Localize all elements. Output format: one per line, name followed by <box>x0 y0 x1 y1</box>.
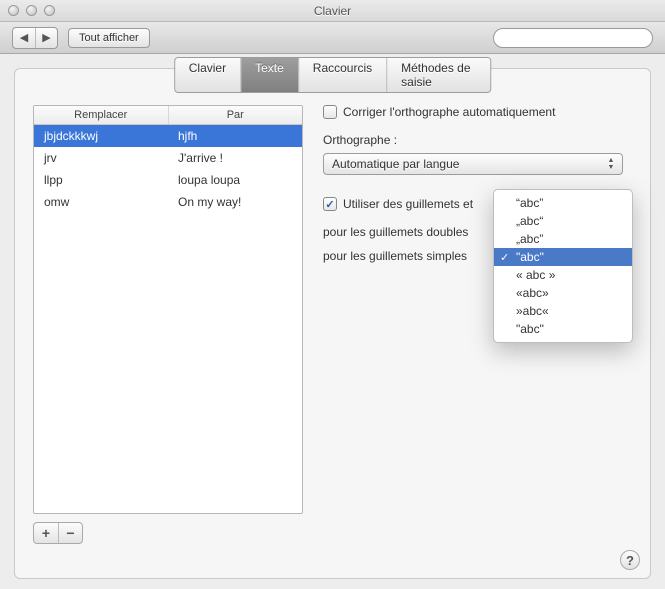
spelling-popup-value: Automatique par langue <box>332 157 459 171</box>
quote-menu-item[interactable]: „abc“ <box>494 212 632 230</box>
quote-menu-label: «abc» <box>516 286 549 300</box>
table-row[interactable]: llpploupa loupa <box>34 169 302 191</box>
tab-clavier[interactable]: Clavier <box>175 58 240 92</box>
tab-texte[interactable]: Texte <box>240 58 298 92</box>
spelling-popup[interactable]: Automatique par langue ▲▼ <box>323 153 623 175</box>
quote-menu-item[interactable]: „abc” <box>494 230 632 248</box>
quote-menu-item[interactable]: «abc» <box>494 284 632 302</box>
zoom-window-icon[interactable] <box>44 5 55 16</box>
remove-row-button[interactable]: − <box>58 523 82 543</box>
spellcheck-label: Corriger l'orthographe automatiquement <box>343 105 555 119</box>
toolbar: ◀ ▶ Tout afficher <box>0 22 665 54</box>
chevron-left-icon: ◀ <box>20 31 28 44</box>
quote-menu-label: "abc" <box>516 250 544 264</box>
quote-menu-item[interactable]: "abc" <box>494 320 632 338</box>
smart-quotes-label: Utiliser des guillemets et <box>343 197 473 211</box>
quote-menu-item[interactable]: “abc” <box>494 194 632 212</box>
help-icon: ? <box>626 553 634 568</box>
cell-replace: omw <box>34 195 168 209</box>
cell-with: hjfh <box>168 129 302 143</box>
search-input[interactable] <box>504 32 646 44</box>
spellcheck-checkbox[interactable] <box>323 105 337 119</box>
nav-forward-button[interactable]: ▶ <box>35 28 57 48</box>
nav-segment: ◀ ▶ <box>12 27 58 49</box>
show-all-button[interactable]: Tout afficher <box>68 28 150 48</box>
cell-replace: jbjdckkkwj <box>34 129 168 143</box>
chevron-right-icon: ▶ <box>42 31 50 44</box>
spelling-header: Orthographe : <box>323 133 632 147</box>
tab-méthodes-de-saisie[interactable]: Méthodes de saisie <box>386 58 490 92</box>
tab-raccourcis[interactable]: Raccourcis <box>298 58 386 92</box>
cell-with: loupa loupa <box>168 173 302 187</box>
window-controls <box>0 5 55 16</box>
cell-replace: llpp <box>34 173 168 187</box>
quote-menu-label: „abc“ <box>516 214 543 228</box>
quote-menu-item[interactable]: ✓ "abc" <box>494 248 632 266</box>
quote-menu-label: »abc« <box>516 304 549 318</box>
table-row[interactable]: jrvJ'arrive ! <box>34 147 302 169</box>
table-row[interactable]: jbjdckkkwjhjfh <box>34 125 302 147</box>
col-header-replace[interactable]: Remplacer <box>34 106 169 124</box>
check-icon: ✓ <box>500 251 509 264</box>
search-field-wrap[interactable] <box>493 28 653 48</box>
smart-quotes-checkbox[interactable] <box>323 197 337 211</box>
quote-style-menu: “abc” „abc“ „abc” ✓ "abc" « abc » «abc» »abc« "a… <box>493 189 633 343</box>
add-row-button[interactable]: + <box>34 523 58 543</box>
replacements-table: Remplacer Par jbjdckkkwjhjfhjrvJ'arrive … <box>33 105 303 514</box>
window-title: Clavier <box>0 4 665 18</box>
close-window-icon[interactable] <box>8 5 19 16</box>
quote-menu-label: "abc" <box>516 322 544 336</box>
tab-bar: ClavierTexteRaccourcisMéthodes de saisie <box>174 57 492 93</box>
preferences-panel: ClavierTexteRaccourcisMéthodes de saisie… <box>14 68 651 579</box>
quote-menu-label: „abc” <box>516 232 543 246</box>
col-header-with[interactable]: Par <box>169 106 303 124</box>
popup-arrows-icon: ▲▼ <box>604 156 618 172</box>
minimize-window-icon[interactable] <box>26 5 37 16</box>
quote-menu-label: « abc » <box>516 268 555 282</box>
add-remove-segment: + − <box>33 522 83 544</box>
cell-with: On my way! <box>168 195 302 209</box>
cell-with: J'arrive ! <box>168 151 302 165</box>
quote-menu-item[interactable]: »abc« <box>494 302 632 320</box>
quote-menu-label: “abc” <box>516 196 543 210</box>
help-button[interactable]: ? <box>620 550 640 570</box>
table-row[interactable]: omwOn my way! <box>34 191 302 213</box>
quote-menu-item[interactable]: « abc » <box>494 266 632 284</box>
window-titlebar: Clavier <box>0 0 665 22</box>
cell-replace: jrv <box>34 151 168 165</box>
nav-back-button[interactable]: ◀ <box>13 28 35 48</box>
